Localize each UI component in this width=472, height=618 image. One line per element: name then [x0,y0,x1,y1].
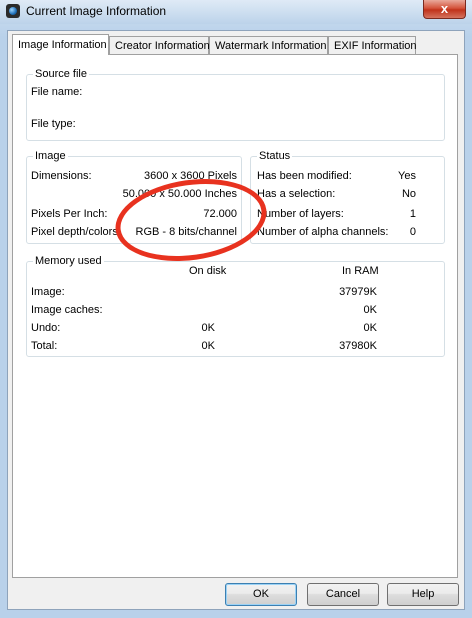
tab-panel-image-information: Source file File name: File type: Image … [12,54,458,578]
layers-value: 1 [409,208,416,220]
selection-value: No [401,188,416,200]
image-group: Image Dimensions: 3600 x 3600 Pixels 50.… [26,149,242,244]
modified-value: Yes [398,170,416,182]
memory-row-disk: 0K [201,322,215,334]
app-icon [6,4,20,18]
dialog-client-area: Image Information Creator Information Wa… [7,30,465,610]
selection-label: Has a selection: [257,188,336,200]
ok-button[interactable]: OK [225,583,297,606]
dimensions-inches-value: 50.000 x 50.000 Inches [122,188,237,200]
memory-row-ram: 0K [363,322,377,334]
window-title: Current Image Information [26,4,167,18]
cancel-button[interactable]: Cancel [307,583,379,606]
source-file-group: Source file File name: File type: [26,67,445,141]
tab-exif-information[interactable]: EXIF Information [328,36,417,54]
pixel-depth-label: Pixel depth/colors: [31,226,121,238]
on-disk-header: On disk [189,265,227,277]
in-ram-header: In RAM [342,265,379,277]
dimensions-label: Dimensions: [31,170,92,182]
memory-row-ram: 0K [363,304,377,316]
tab-image-information[interactable]: Image Information [12,34,109,55]
dialog-window: Current Image Information x Image Inform… [0,0,472,618]
tab-watermark-information[interactable]: Watermark Information [209,36,328,54]
layers-label: Number of layers: [257,208,344,220]
status-group: Status Has been modified: Yes Has a sele… [250,149,445,244]
ppi-value: 72.000 [203,208,237,220]
file-type-label: File type: [31,118,76,130]
pixel-depth-value: RGB - 8 bits/channel [135,226,238,238]
status-group-title: Status [257,149,293,163]
file-name-label: File name: [31,86,83,98]
close-button[interactable]: x [423,0,466,19]
memory-row-disk: 0K [201,340,215,352]
memory-row-label: Undo: [31,322,61,334]
alpha-channels-label: Number of alpha channels: [257,226,389,238]
image-group-title: Image [33,149,68,163]
memory-row-label: Image caches: [31,304,103,316]
alpha-channels-value: 0 [409,226,416,238]
memory-row-ram: 37980K [339,340,377,352]
modified-label: Has been modified: [257,170,352,182]
dimensions-pixels-value: 3600 x 3600 Pixels [144,170,237,182]
ppi-label: Pixels Per Inch: [31,208,108,220]
memory-group: Memory used On disk In RAM Image: 37979K… [26,254,445,357]
memory-row-label: Total: [31,340,58,352]
source-file-title: Source file [33,67,89,81]
title-bar[interactable]: Current Image Information x [0,0,472,24]
memory-group-title: Memory used [33,254,104,268]
tab-creator-information[interactable]: Creator Information [109,36,210,54]
memory-row-label: Image: [31,286,65,298]
memory-row-ram: 37979K [339,286,377,298]
help-button[interactable]: Help [387,583,459,606]
